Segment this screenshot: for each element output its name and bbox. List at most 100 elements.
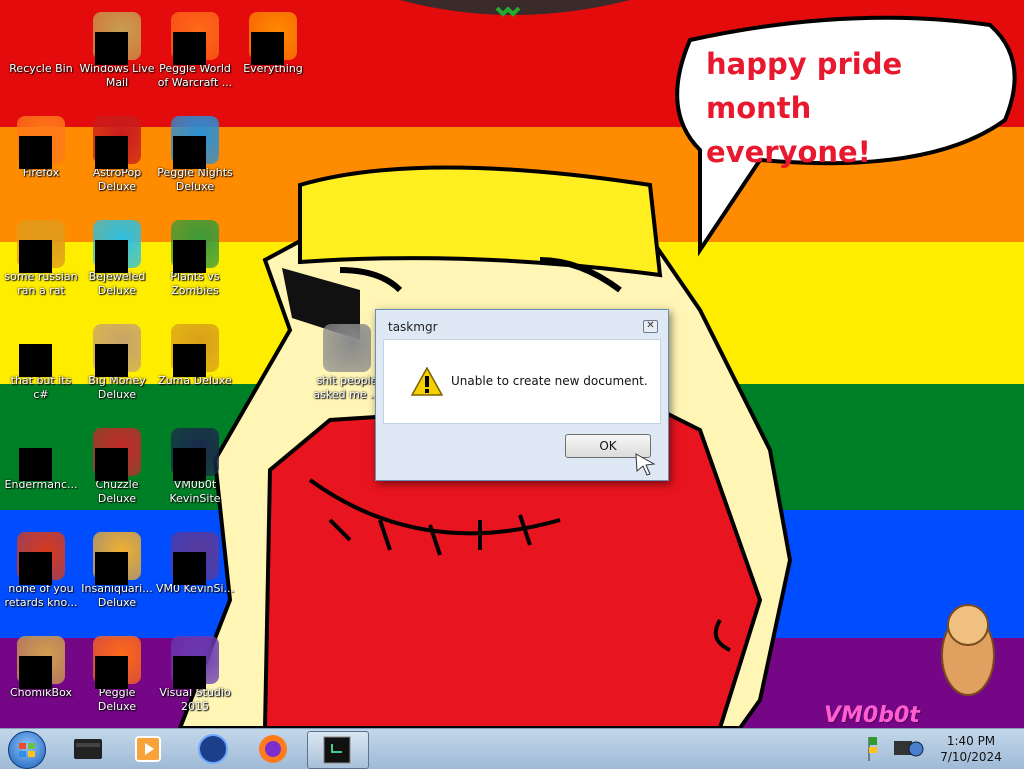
network-icon[interactable]: [888, 731, 928, 765]
taskbar-firefox-button[interactable]: [245, 731, 301, 767]
close-button[interactable]: ✕: [643, 320, 658, 333]
redaction-box: [19, 552, 52, 585]
desktop-icon-label: Peggle Deluxe: [97, 686, 137, 713]
desktop-icon-label: Peggle Nights Deluxe: [157, 166, 233, 193]
firefox-icon: [259, 735, 287, 763]
redaction-box: [19, 240, 52, 273]
desktop-icon-website[interactable]: VM0b0t KevinSite: [156, 424, 234, 524]
redaction-box: [173, 240, 206, 273]
shortcut-icon: [17, 324, 65, 377]
desktop-icon-shortcut[interactable]: that but its c#: [2, 320, 80, 420]
globe-icon: [198, 734, 228, 764]
desktop-icon-label: none of you retards kno...: [4, 582, 78, 609]
redaction-box: [173, 344, 206, 377]
warning-icon: [411, 367, 443, 396]
desktop-icon-peggle-nights[interactable]: Peggle Nights Deluxe: [156, 112, 234, 212]
desktop-icon-money-bag[interactable]: Big Money Deluxe: [78, 320, 156, 420]
watermark: VM0b0t: [824, 703, 920, 728]
redaction-box: [19, 344, 52, 377]
system-tray: [865, 731, 937, 767]
desktop-icon-app[interactable]: none of you retards kno...: [2, 528, 80, 628]
zuma-icon: [171, 324, 219, 377]
taskbar-globe-button[interactable]: [185, 731, 241, 767]
desktop-icon-label: Visual Studio 2015: [159, 686, 231, 713]
astropop-icon: [93, 116, 141, 169]
desktop-icon-search[interactable]: Everything: [234, 8, 312, 108]
flag-icon[interactable]: [865, 731, 879, 765]
desktop-icon-fish[interactable]: Insaniquari... Deluxe: [78, 528, 156, 628]
desktop-icon-app[interactable]: some russian ran a rat: [2, 216, 80, 316]
peggle-nights-icon: [171, 116, 219, 169]
app-icon: [17, 532, 65, 585]
desktop-icon-label: AstroPop Deluxe: [92, 166, 142, 193]
taskbar-taskmgr-button[interactable]: [307, 731, 369, 769]
desktop-icon-firefox[interactable]: Firefox: [2, 112, 80, 212]
desktop-icon-peggle[interactable]: Peggle Deluxe: [78, 632, 156, 728]
desktop-icon-peggle[interactable]: Peggle World of Warcraft ...: [156, 8, 234, 108]
speech-bubble-line-1: happy pride month: [706, 47, 903, 125]
start-button[interactable]: [8, 731, 46, 769]
redaction-box: [173, 448, 206, 481]
money-bag-icon: [93, 324, 141, 377]
drive-icon: [74, 739, 102, 759]
desktop-icon-label: Plants vs Zombies: [170, 270, 220, 297]
taskbar: 1:40 PM 7/10/2024: [0, 728, 1024, 769]
desktop-icon-gem[interactable]: Bejeweled Deluxe: [78, 216, 156, 316]
plant-icon: [171, 220, 219, 273]
redaction-box: [173, 32, 206, 65]
redaction-box: [95, 344, 128, 377]
taskbar-media-player-button[interactable]: [120, 731, 176, 767]
website-icon: [171, 428, 219, 481]
desktop-icon-zuma[interactable]: Zuma Deluxe: [156, 320, 234, 420]
redaction-box: [251, 32, 284, 65]
website-icon: [171, 532, 219, 585]
desktop-icon-hamster[interactable]: ChomikBox: [2, 632, 80, 728]
desktop-icon-recycle-bin[interactable]: Recycle Bin: [2, 8, 80, 108]
peggle-icon: [93, 636, 141, 689]
desktop-icon-label: Bejeweled Deluxe: [88, 270, 146, 297]
redaction-box: [173, 656, 206, 689]
dialog-title: taskmgr: [388, 320, 438, 334]
windows-start-icon: [19, 743, 35, 757]
redaction-box: [95, 240, 128, 273]
desktop: happy pride month everyone! VM0b0t Recyc…: [0, 0, 1024, 728]
speech-bubble-text: happy pride month everyone!: [706, 42, 996, 174]
clock[interactable]: 1:40 PM 7/10/2024: [936, 733, 1006, 765]
app-icon: [17, 220, 65, 273]
taskbar-explorer-button[interactable]: [60, 731, 116, 767]
desktop-icon-label: Big Money Deluxe: [88, 374, 146, 401]
gem-icon: [93, 220, 141, 273]
desktop-icon-mail[interactable]: Windows Live Mail: [78, 8, 156, 108]
desktop-icon-label: some russian ran a rat: [4, 270, 78, 297]
desktop-icon-terminal[interactable]: Endermanc...: [2, 424, 80, 524]
chuzzle-icon: [93, 428, 141, 481]
redaction-box: [95, 656, 128, 689]
desktop-icon-website[interactable]: VM0 KevinSi...: [156, 528, 234, 628]
dialog-message: Unable to create new document.: [451, 374, 648, 388]
taskmgr-icon: [323, 736, 351, 764]
redaction-box: [19, 656, 52, 689]
clock-time: 1:40 PM: [946, 734, 996, 748]
redaction-box: [19, 448, 52, 481]
redaction-box: [173, 136, 206, 169]
redaction-box: [95, 136, 128, 169]
firefox-icon: [17, 116, 65, 169]
peggle-icon: [171, 12, 219, 65]
redaction-box: [173, 552, 206, 585]
desktop-icon-label: Windows Live Mail: [79, 62, 155, 89]
search-icon: [249, 12, 297, 65]
desktop-icon-chuzzle[interactable]: Chuzzle Deluxe: [78, 424, 156, 524]
recycle-bin-icon: [17, 12, 65, 60]
desktop-icon-visual-studio[interactable]: Visual Studio 2015: [156, 632, 234, 728]
mouse-cursor-icon: [635, 453, 656, 476]
desktop-icon-plant[interactable]: Plants vs Zombies: [156, 216, 234, 316]
media-player-icon: [135, 736, 161, 762]
terminal-icon: [17, 428, 65, 481]
visual-studio-icon: [171, 636, 219, 689]
folder-icon: [323, 324, 371, 372]
desktop-icon-astropop[interactable]: AstroPop Deluxe: [78, 112, 156, 212]
redaction-box: [95, 448, 128, 481]
fish-icon: [93, 532, 141, 585]
error-dialog: taskmgr ✕ Unable to create new document.…: [375, 309, 669, 481]
mail-icon: [93, 12, 141, 65]
